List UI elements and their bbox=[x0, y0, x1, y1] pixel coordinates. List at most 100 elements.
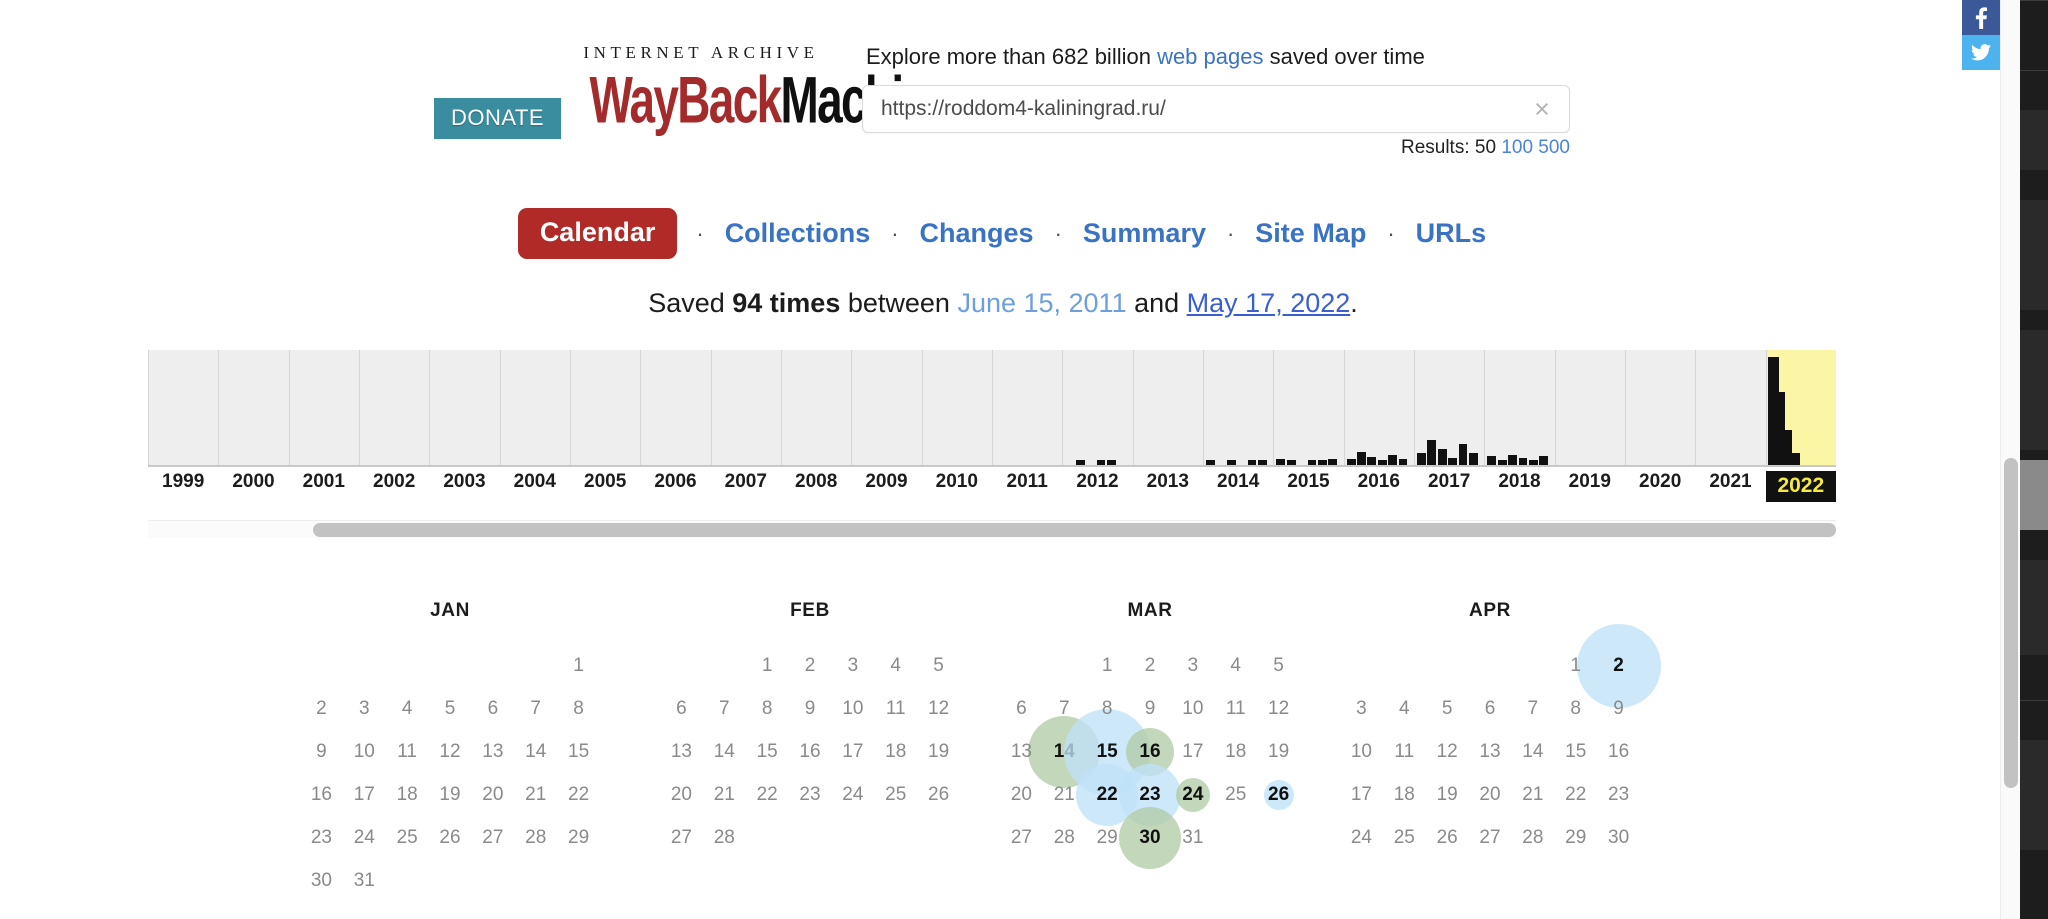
timeline-year-cell[interactable] bbox=[359, 350, 429, 465]
calendar-day-capture[interactable]: 2 bbox=[1576, 623, 1661, 708]
calendar-day-number: 30 bbox=[1608, 827, 1630, 848]
tab-summary[interactable]: Summary bbox=[1081, 218, 1208, 249]
calendar-day-number: 23 bbox=[1139, 784, 1161, 805]
calendar-day: 19 bbox=[1426, 773, 1469, 816]
results-option-500[interactable]: 500 bbox=[1538, 137, 1570, 158]
timeline-bar bbox=[1276, 458, 1286, 465]
calendar-day-number: 25 bbox=[1225, 784, 1247, 805]
timeline-bar bbox=[1458, 444, 1468, 465]
timeline-year-cell[interactable] bbox=[1625, 350, 1695, 465]
timeline-year-cell[interactable] bbox=[218, 350, 288, 465]
timeline-year-cell[interactable] bbox=[1273, 350, 1343, 465]
timeline-year-cell[interactable] bbox=[1062, 350, 1132, 465]
timeline-gridline bbox=[1765, 350, 1767, 465]
results-option-50[interactable]: 50 bbox=[1475, 137, 1496, 158]
tab-site-map[interactable]: Site Map bbox=[1253, 218, 1368, 249]
timeline-year-label[interactable]: 2000 bbox=[218, 471, 288, 493]
timeline-horizontal-scrollbar[interactable] bbox=[148, 520, 1836, 538]
timeline-year-label[interactable]: 2019 bbox=[1555, 471, 1625, 493]
calendar-day-number: 22 bbox=[1096, 784, 1118, 805]
first-capture-date[interactable]: June 15, 2011 bbox=[957, 288, 1126, 318]
tab-calendar[interactable]: Calendar bbox=[517, 208, 678, 259]
timeline-year-cell[interactable] bbox=[429, 350, 499, 465]
donate-button[interactable]: DONATE bbox=[434, 98, 562, 139]
timeline-year-cell[interactable] bbox=[499, 350, 570, 465]
tab-urls[interactable]: URLs bbox=[1414, 218, 1489, 249]
calendar-day-number: 9 bbox=[1613, 698, 1624, 719]
timeline-year-label[interactable]: 2006 bbox=[640, 471, 710, 493]
calendar-day-number: 10 bbox=[1350, 741, 1372, 762]
timeline-year-label[interactable]: 2012 bbox=[1062, 471, 1132, 493]
calendar-day: 7 bbox=[1511, 687, 1554, 730]
timeline-year-label[interactable]: 2015 bbox=[1273, 471, 1343, 493]
timeline-year-cell[interactable] bbox=[640, 350, 710, 465]
calendar-day: 19 bbox=[429, 773, 472, 816]
calendar-day-number: 23 bbox=[310, 827, 332, 848]
timeline-year-cell[interactable] bbox=[1695, 350, 1765, 465]
timeline-year-label[interactable]: 2013 bbox=[1133, 471, 1203, 493]
calendar-day-number: 28 bbox=[1053, 827, 1075, 848]
timeline-year-cell[interactable] bbox=[1414, 350, 1484, 465]
timeline-bar bbox=[1518, 458, 1528, 465]
timeline-year-cell[interactable] bbox=[1203, 350, 1273, 465]
timeline-year-cell[interactable] bbox=[1343, 350, 1414, 465]
timeline-year-label[interactable]: 2020 bbox=[1625, 471, 1695, 493]
horizontal-scrollbar-thumb[interactable] bbox=[313, 523, 1836, 537]
calendar-day: 6 bbox=[1000, 687, 1043, 730]
timeline-year-label[interactable]: 2005 bbox=[570, 471, 640, 493]
timeline-year-cell[interactable] bbox=[570, 350, 640, 465]
timeline-year-label[interactable]: 2009 bbox=[851, 471, 921, 493]
timeline-year-cell[interactable] bbox=[921, 350, 992, 465]
calendar-day-capture[interactable]: 26 bbox=[1257, 773, 1300, 816]
timeline-year-cell[interactable] bbox=[851, 350, 921, 465]
vertical-scrollbar-thumb[interactable] bbox=[2004, 458, 2018, 788]
calendar-day-number: 8 bbox=[1570, 698, 1581, 719]
timeline-year-label[interactable]: 2002 bbox=[359, 471, 429, 493]
timeline-year-label[interactable]: 2016 bbox=[1344, 471, 1414, 493]
timeline-year-label[interactable]: 2014 bbox=[1203, 471, 1273, 493]
url-search-input[interactable] bbox=[863, 86, 1503, 132]
calendar-day: 12 bbox=[1426, 730, 1469, 773]
last-capture-date[interactable]: May 17, 2022 bbox=[1187, 288, 1351, 318]
tab-changes[interactable]: Changes bbox=[918, 218, 1036, 249]
timeline-year-cell[interactable] bbox=[710, 350, 781, 465]
calendar-day-capture[interactable]: 24 bbox=[1171, 773, 1214, 816]
timeline-year-cell[interactable] bbox=[992, 350, 1062, 465]
timeline-year-cell[interactable] bbox=[288, 350, 359, 465]
timeline-year-label[interactable]: 2011 bbox=[992, 471, 1062, 493]
wayback-machine-logo[interactable]: INTERNET ARCHIVE WayBackMachine bbox=[565, 44, 954, 132]
timeline-year-label[interactable]: 2001 bbox=[289, 471, 359, 493]
calendar-day: 26 bbox=[917, 773, 960, 816]
calendar-day-capture[interactable]: 30 bbox=[1118, 806, 1181, 869]
timeline-year-label[interactable]: 2004 bbox=[500, 471, 570, 493]
calendar-day: 27 bbox=[1000, 816, 1043, 859]
saved-count: 94 times bbox=[732, 288, 841, 318]
timeline-year-cell[interactable] bbox=[1554, 350, 1625, 465]
results-option-100[interactable]: 100 bbox=[1501, 137, 1533, 158]
timeline-year-label[interactable]: 2018 bbox=[1484, 471, 1554, 493]
timeline-year-label[interactable]: 2007 bbox=[711, 471, 781, 493]
timeline-year-label[interactable]: 2003 bbox=[429, 471, 499, 493]
calendar-day: 2 bbox=[1129, 644, 1172, 687]
tab-collections[interactable]: Collections bbox=[723, 218, 873, 249]
timeline-gridline bbox=[1484, 350, 1486, 465]
timeline-year-cell[interactable] bbox=[148, 350, 218, 465]
timeline-year-label[interactable]: 2017 bbox=[1414, 471, 1484, 493]
timeline-plot[interactable] bbox=[148, 350, 1836, 467]
timeline-year-label[interactable]: 1999 bbox=[148, 471, 218, 493]
timeline-year-cell[interactable] bbox=[781, 350, 851, 465]
timeline-year-cell[interactable] bbox=[1484, 350, 1554, 465]
timeline-year-label[interactable]: 2010 bbox=[922, 471, 992, 493]
calendar-day: 2 bbox=[300, 687, 343, 730]
web-pages-link[interactable]: web pages bbox=[1157, 44, 1263, 69]
calendar-day: 14 bbox=[703, 730, 746, 773]
year-timeline[interactable]: 1999 2000 2001 2002 2003 2004 2005 2006 2007 2008… bbox=[148, 350, 1836, 505]
search-box[interactable]: × bbox=[862, 85, 1570, 133]
timeline-year-label[interactable]: 2021 bbox=[1695, 471, 1765, 493]
calendar-day: 3 bbox=[1171, 644, 1214, 687]
clear-search-icon[interactable]: × bbox=[1529, 96, 1555, 123]
timeline-year-label[interactable]: 2008 bbox=[781, 471, 851, 493]
timeline-year-cell[interactable] bbox=[1132, 350, 1203, 465]
timeline-year-label[interactable]: 2022 bbox=[1765, 471, 1836, 502]
calendar-day: 5 bbox=[1426, 687, 1469, 730]
